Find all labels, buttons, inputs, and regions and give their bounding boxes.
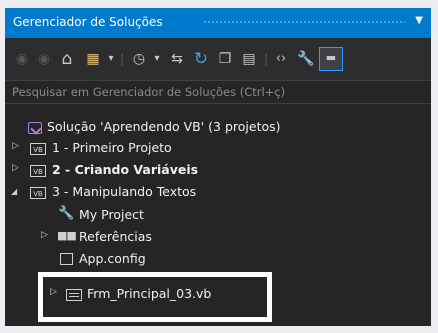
window-dropdown-icon[interactable]: ▼ bbox=[415, 15, 423, 26]
collapse-all-icon[interactable]: ❐ bbox=[215, 48, 235, 70]
highlight-box bbox=[38, 272, 272, 322]
vb-project-icon: VB bbox=[30, 165, 46, 177]
wrench-icon: 🔧 bbox=[58, 206, 75, 221]
tree-item-my-project[interactable]: 🔧 My Project bbox=[5, 204, 431, 226]
expand-arrow-icon[interactable]: ▷ bbox=[41, 230, 48, 240]
vb-project-icon: VB bbox=[30, 143, 46, 155]
view-code-icon[interactable]: ‹› bbox=[271, 48, 291, 70]
tree-item-label: App.config bbox=[79, 251, 146, 266]
toolbar-separator: | bbox=[263, 52, 269, 66]
tree-item-label: My Project bbox=[79, 207, 144, 222]
properties-icon[interactable]: 🔧 bbox=[295, 48, 317, 70]
solution-icon bbox=[28, 122, 42, 134]
tree-item-app-config[interactable]: App.config bbox=[5, 248, 431, 270]
search-placeholder: Pesquisar em Gerenciador de Soluções (Ct… bbox=[12, 85, 286, 99]
right-edge-strip bbox=[431, 8, 438, 326]
panel-title-bar[interactable]: Gerenciador de Soluções ▼ bbox=[5, 8, 431, 38]
drag-grip[interactable] bbox=[203, 20, 405, 25]
home-icon[interactable]: ⌂ bbox=[57, 48, 77, 70]
expand-arrow-icon[interactable]: ▷ bbox=[12, 141, 19, 151]
pending-changes-icon[interactable]: ◷ bbox=[129, 48, 149, 70]
toolbar-separator: | bbox=[119, 52, 125, 66]
config-file-icon bbox=[60, 253, 73, 265]
switch-views-icon[interactable]: ▦ bbox=[83, 48, 103, 70]
show-all-files-icon[interactable]: ▤ bbox=[239, 48, 259, 70]
tree-item-label: 2 - Criando Variáveis bbox=[52, 162, 199, 177]
tree-item-project-3[interactable]: ◢ VB 3 - Manipulando Textos bbox=[5, 181, 431, 203]
back-circle-icon[interactable]: ◉ bbox=[13, 48, 31, 70]
tree-item-label: 1 - Primeiro Projeto bbox=[52, 140, 172, 155]
pin-icon[interactable]: ▬ bbox=[319, 47, 343, 71]
solution-explorer-toolbar: ◉ ◉ ⌂ ▦ ▾ | ◷ ▾ ⇆ ↻ ❐ ▤ | ‹› 🔧 ▬ bbox=[5, 38, 431, 80]
search-input[interactable]: Pesquisar em Gerenciador de Soluções (Ct… bbox=[5, 80, 431, 104]
vb-project-icon: VB bbox=[30, 187, 46, 199]
switch-views-dropdown-icon[interactable]: ▾ bbox=[105, 48, 117, 70]
tree-item-project-1[interactable]: ▷ VB 1 - Primeiro Projeto bbox=[5, 137, 431, 159]
tree-item-label: Referências bbox=[79, 229, 152, 244]
forward-circle-icon[interactable]: ◉ bbox=[35, 48, 53, 70]
panel-title: Gerenciador de Soluções bbox=[13, 15, 163, 29]
tree-item-label: Solução 'Aprendendo VB' (3 projetos) bbox=[47, 119, 281, 134]
tree-item-references[interactable]: ▷ ■■ Referências bbox=[5, 226, 431, 248]
tree-item-project-2[interactable]: ▷ VB 2 - Criando Variáveis bbox=[5, 159, 431, 181]
references-icon: ■■ bbox=[57, 229, 77, 242]
tree-item-label: 3 - Manipulando Textos bbox=[52, 184, 197, 199]
refresh-icon[interactable]: ↻ bbox=[191, 48, 211, 70]
sync-icon[interactable]: ⇆ bbox=[167, 48, 187, 70]
expand-arrow-icon[interactable]: ▷ bbox=[12, 163, 19, 173]
tree-item-solution[interactable]: Solução 'Aprendendo VB' (3 projetos) bbox=[5, 116, 431, 138]
pending-changes-dropdown-icon[interactable]: ▾ bbox=[151, 48, 163, 70]
solution-explorer-panel: Gerenciador de Soluções ▼ ◉ ◉ ⌂ ▦ ▾ | ◷ … bbox=[5, 8, 431, 326]
collapse-arrow-icon[interactable]: ◢ bbox=[11, 187, 17, 196]
